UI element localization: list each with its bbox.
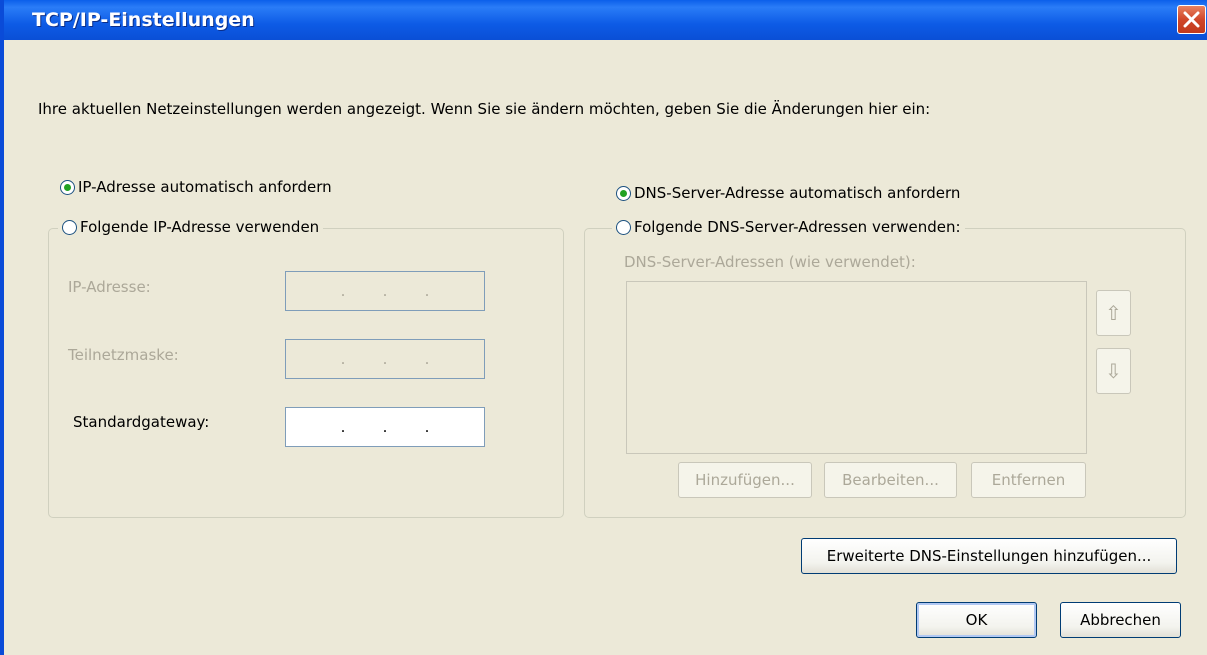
gateway-label: Standardgateway: [73, 413, 210, 431]
dns-server-list[interactable] [626, 281, 1087, 454]
arrow-up-icon: ⇧ [1105, 301, 1122, 325]
edit-button[interactable]: Bearbeiten... [824, 462, 957, 498]
ip-auto-radio[interactable]: IP-Adresse automatisch anfordern [60, 178, 332, 196]
dns-list-label: DNS-Server-Adressen (wie verwendet): [624, 253, 916, 271]
radio-unselected-icon [616, 219, 631, 235]
subnet-mask-label: Teilnetzmaske: [68, 346, 179, 364]
close-icon [1183, 11, 1200, 28]
dns-auto-radio[interactable]: DNS-Server-Adresse automatisch anfordern [616, 184, 960, 202]
add-button[interactable]: Hinzufügen... [678, 462, 812, 498]
dns-manual-label: Folgende DNS-Server-Adressen verwenden: [634, 218, 961, 236]
intro-text: Ihre aktuellen Netzeinstellungen werden … [38, 100, 931, 118]
dns-auto-label: DNS-Server-Adresse automatisch anfordern [634, 184, 961, 202]
close-button[interactable] [1177, 5, 1206, 34]
arrow-down-icon: ⇩ [1105, 359, 1122, 383]
ip-manual-label: Folgende IP-Adresse verwenden [80, 218, 320, 236]
move-down-button[interactable]: ⇩ [1096, 348, 1131, 394]
cancel-button[interactable]: Abbrechen [1060, 602, 1181, 638]
remove-button[interactable]: Entfernen [971, 462, 1086, 498]
radio-selected-icon [616, 185, 631, 201]
subnet-mask-field[interactable]: ... [285, 339, 485, 379]
title-bar[interactable]: TCP/IP-Einstellungen [4, 0, 1207, 40]
ok-button[interactable]: OK [916, 602, 1037, 638]
move-up-button[interactable]: ⇧ [1096, 290, 1131, 336]
dialog-window: TCP/IP-Einstellungen Ihre aktuellen Netz… [0, 0, 1207, 655]
radio-selected-icon [60, 179, 75, 195]
window-title: TCP/IP-Einstellungen [32, 9, 255, 31]
ip-address-field[interactable]: ... [285, 271, 485, 311]
ip-address-label: IP-Adresse: [68, 278, 151, 296]
ip-auto-label: IP-Adresse automatisch anfordern [78, 178, 332, 196]
advanced-dns-button[interactable]: Erweiterte DNS-Einstellungen hinzufügen.… [801, 538, 1177, 574]
ip-manual-radio[interactable]: Folgende IP-Adresse verwenden [58, 218, 324, 236]
dns-manual-radio[interactable]: Folgende DNS-Server-Adressen verwenden: [612, 218, 965, 236]
radio-unselected-icon [62, 219, 77, 235]
gateway-field[interactable]: ... [285, 407, 485, 447]
